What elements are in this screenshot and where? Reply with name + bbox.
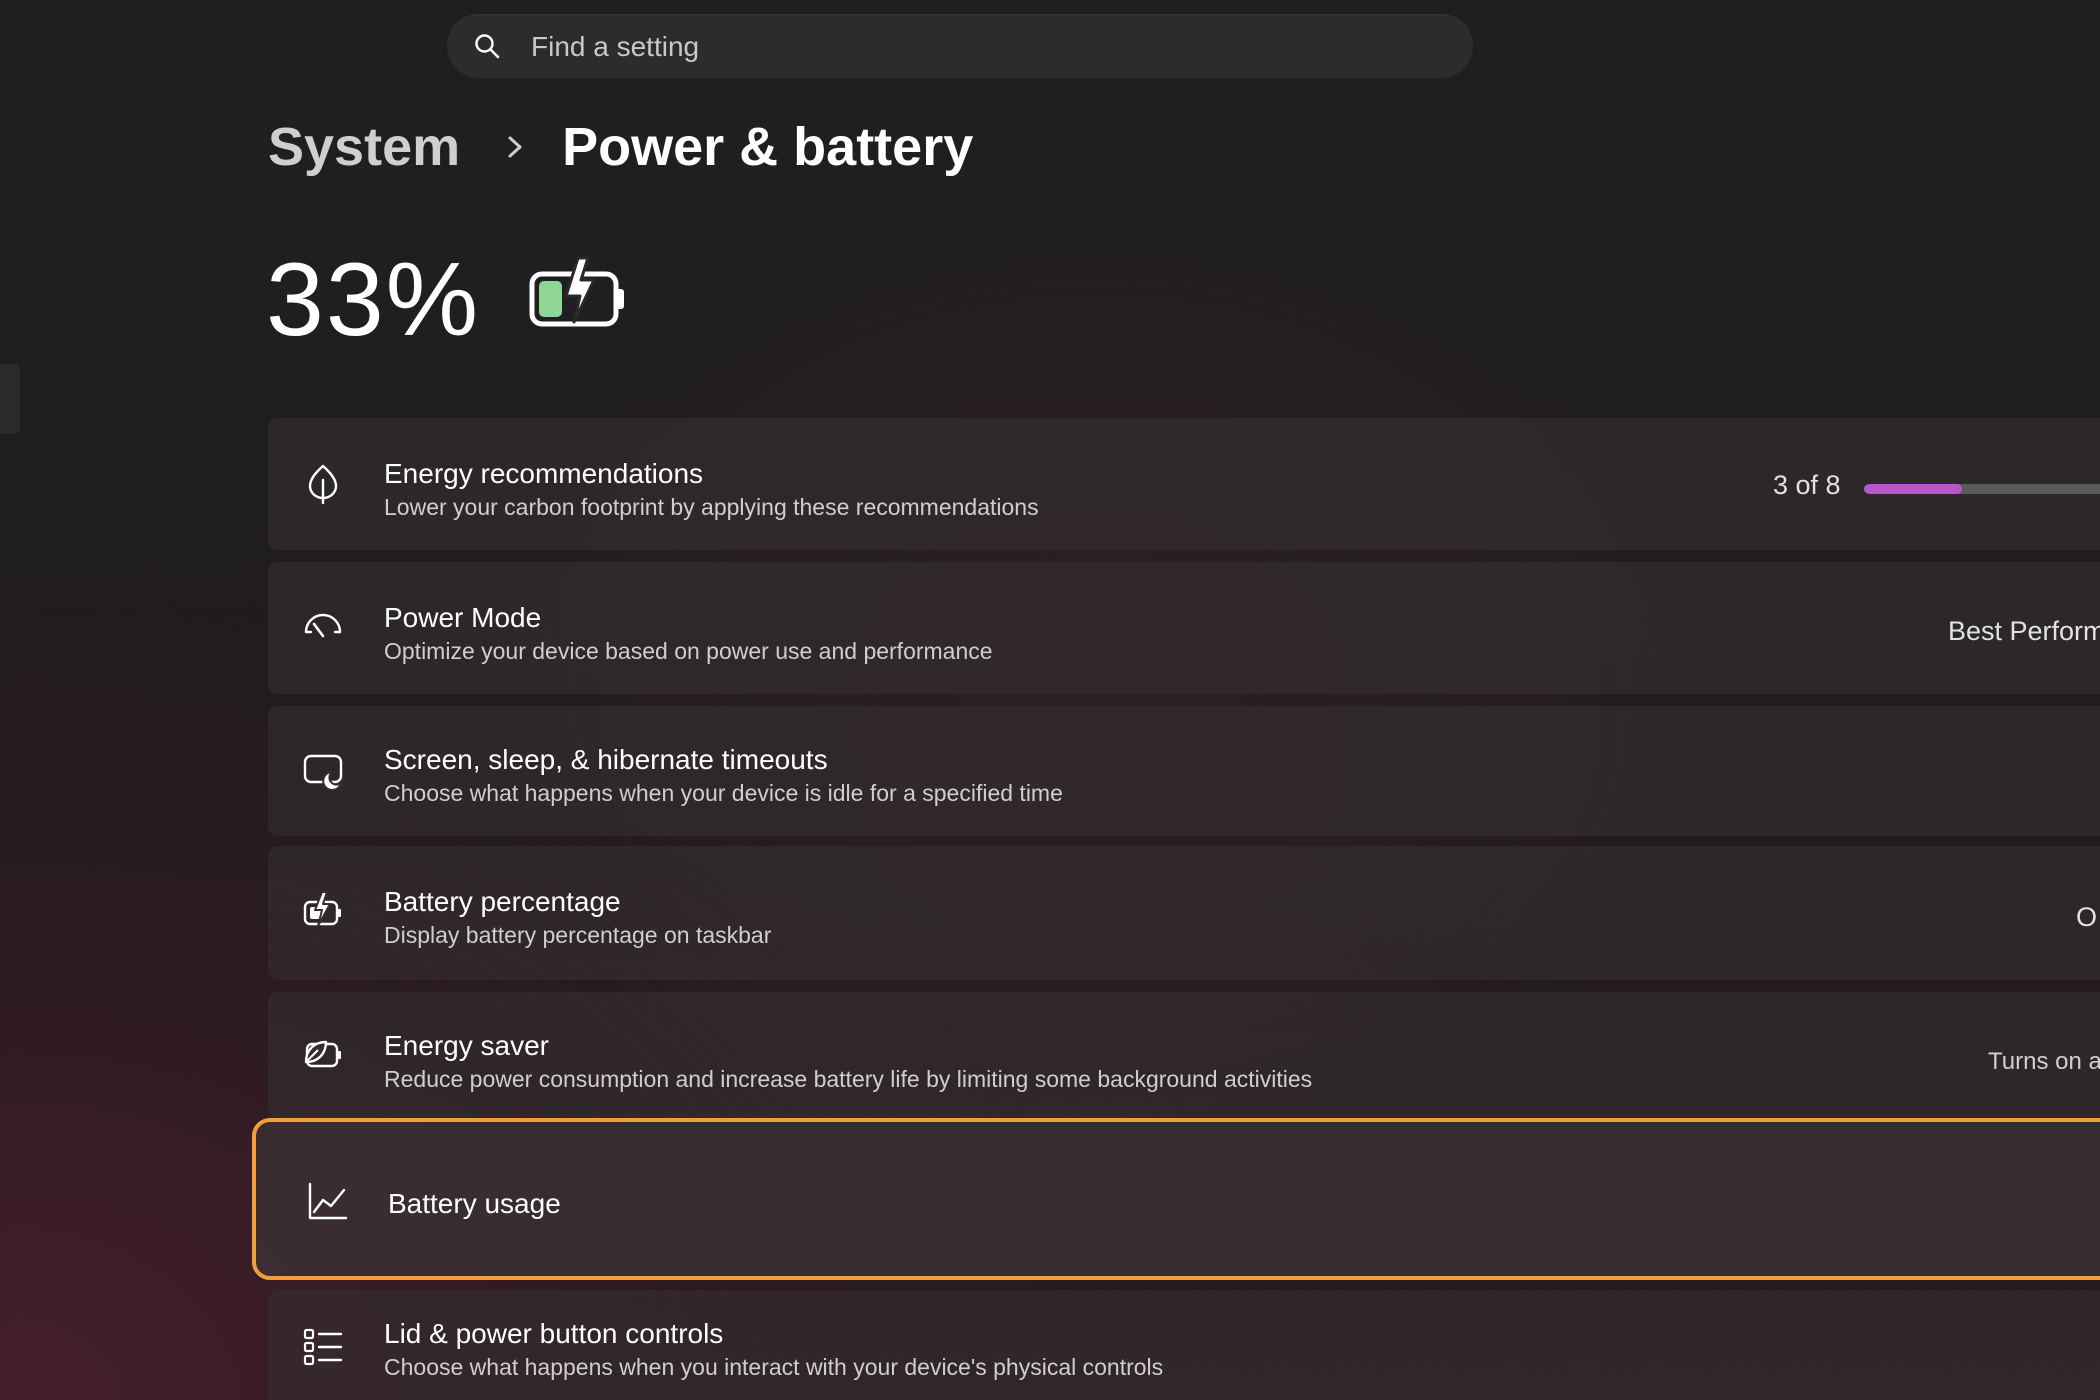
nav-pane-edge[interactable] [0,364,20,434]
battery-percentage-icon [303,891,341,927]
search-input[interactable] [529,14,1433,80]
energy-saver-status: Turns on a [1988,1048,2100,1075]
setting-subtitle: Choose what happens when you interact wi… [384,1354,1164,1380]
setting-subtitle: Lower your carbon footprint by applying … [384,494,1039,520]
setting-title: Battery usage [388,1188,561,1219]
setting-lid-power-button[interactable]: Lid & power button controls Choose what … [268,1290,2100,1400]
battery-charging-icon [529,256,624,327]
leaf-icon [308,464,338,504]
setting-title: Power Mode [384,602,542,633]
page-title: Power & battery [562,117,974,177]
search-box[interactable] [447,14,1473,80]
chevron-right-icon [488,133,542,161]
chart-line-icon [308,1182,348,1220]
list-icon [303,1328,343,1366]
energy-saver-icon [304,1040,341,1068]
setting-energy-saver[interactable]: Energy saver Reduce power consumption an… [268,992,2100,1118]
setting-title: Energy recommendations [384,458,704,489]
setting-power-mode[interactable]: Power Mode Optimize your device based on… [268,562,2100,694]
setting-subtitle: Optimize your device based on power use … [384,638,993,664]
breadcrumb: System Power & battery [268,112,973,182]
battery-percent: 33% [266,242,481,358]
search-icon [475,34,500,59]
setting-title: Energy saver [384,1030,549,1061]
setting-subtitle: Display battery percentage on taskbar [384,922,772,948]
setting-energy-recommendations[interactable]: Energy recommendations Lower your carbon… [268,418,2100,550]
recommendations-progress-bar [1864,484,2100,494]
screen-sleep-icon [303,754,343,791]
setting-screen-sleep-hibernate[interactable]: Screen, sleep, & hibernate timeouts Choo… [268,706,2100,836]
setting-subtitle: Reduce power consumption and increase ba… [384,1066,1313,1092]
setting-battery-percentage[interactable]: Battery percentage Display battery perce… [268,846,2100,980]
setting-subtitle: Choose what happens when your device is … [384,780,1063,806]
recommendations-progress-fill [1864,484,1962,494]
setting-battery-usage[interactable]: Battery usage [252,1118,2100,1280]
setting-title: Battery percentage [384,886,621,917]
gauge-icon [304,613,342,638]
recommendations-count: 3 of 8 [1773,470,1841,500]
setting-title: Lid & power button controls [384,1318,724,1349]
battery-percentage-toggle-state[interactable]: O [2076,902,2097,933]
setting-title: Screen, sleep, & hibernate timeouts [384,744,828,775]
breadcrumb-system-link[interactable]: System [268,116,460,178]
power-mode-dropdown[interactable]: Best Perform [1948,616,2100,647]
